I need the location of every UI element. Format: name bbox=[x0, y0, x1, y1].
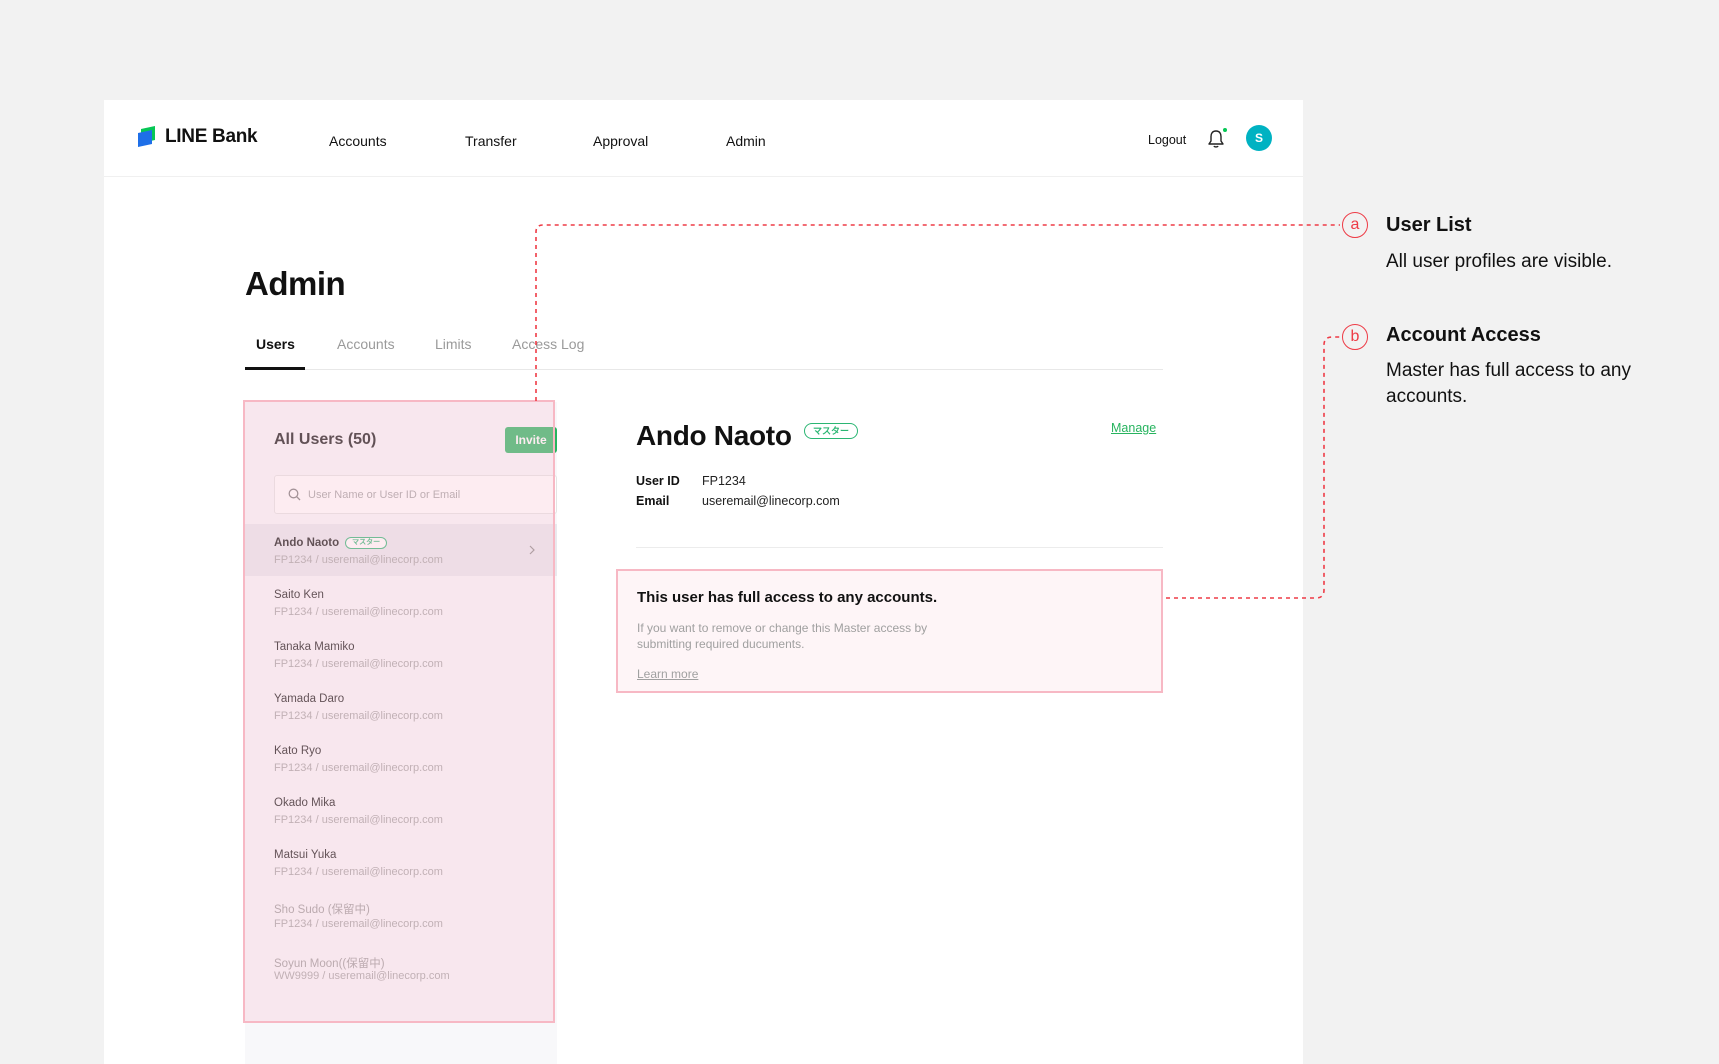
manage-link[interactable]: Manage bbox=[1111, 421, 1156, 435]
user-name: Yamada Daro bbox=[274, 693, 345, 705]
user-id-email: FP1234 / useremail@linecorp.com bbox=[274, 606, 443, 618]
nav-item-admin[interactable]: Admin bbox=[726, 133, 766, 149]
email-value: useremail@linecorp.com bbox=[702, 494, 840, 508]
avatar[interactable]: S bbox=[1246, 125, 1272, 151]
user-row-tanaka-mamiko[interactable]: Tanaka Mamiko FP1234 / useremail@linecor… bbox=[245, 628, 557, 680]
learn-more-link[interactable]: Learn more bbox=[637, 667, 698, 681]
user-list-panel: All Users (50) Invite Ando Naoto マスター FP… bbox=[245, 402, 557, 1064]
app-window: LINE Bank Accounts Transfer Approval Adm… bbox=[104, 100, 1303, 1064]
user-name: Tanaka Mamiko bbox=[274, 641, 355, 653]
tab-accounts[interactable]: Accounts bbox=[337, 336, 395, 352]
tab-limits[interactable]: Limits bbox=[435, 336, 472, 352]
user-id-email: FP1234 / useremail@linecorp.com bbox=[274, 918, 443, 930]
user-id-email: FP1234 / useremail@linecorp.com bbox=[274, 658, 443, 670]
annotation-title-account-access: Account Access bbox=[1386, 324, 1541, 346]
annotation-marker-a: a bbox=[1342, 212, 1368, 238]
user-name: Kato Ryo bbox=[274, 745, 322, 757]
master-badge: マスター bbox=[345, 537, 388, 549]
bell-icon[interactable] bbox=[1207, 129, 1225, 149]
nav-item-approval[interactable]: Approval bbox=[593, 133, 648, 149]
nav-item-transfer[interactable]: Transfer bbox=[465, 133, 517, 149]
logout-link[interactable]: Logout bbox=[1148, 133, 1186, 147]
user-row-matsui-yuka[interactable]: Matsui Yuka FP1234 / useremail@linecorp.… bbox=[245, 836, 557, 888]
user-row-okado-mika[interactable]: Okado Mika FP1234 / useremail@linecorp.c… bbox=[245, 784, 557, 836]
user-row-ando-naoto[interactable]: Ando Naoto マスター FP1234 / useremail@linec… bbox=[245, 524, 557, 576]
page-title: Admin bbox=[245, 265, 346, 302]
search-input[interactable] bbox=[308, 488, 548, 501]
nav-item-accounts[interactable]: Accounts bbox=[329, 133, 387, 149]
divider bbox=[636, 547, 1163, 548]
user-name: Matsui Yuka bbox=[274, 849, 337, 861]
tab-access-log[interactable]: Access Log bbox=[512, 336, 584, 352]
user-row-yamada-daro[interactable]: Yamada Daro FP1234 / useremail@linecorp.… bbox=[245, 680, 557, 732]
user-list-title: All Users (50) bbox=[274, 431, 377, 448]
tab-users[interactable]: Users bbox=[256, 336, 295, 352]
annotation-desc-user-list: All user profiles are visible. bbox=[1386, 251, 1612, 272]
user-id-value: FP1234 bbox=[702, 474, 746, 488]
chevron-right-icon bbox=[529, 545, 535, 555]
user-row-saito-ken[interactable]: Saito Ken FP1234 / useremail@linecorp.co… bbox=[245, 576, 557, 628]
user-row-soyun-moon[interactable]: Soyun Moon((保留中) WW9999 / useremail@line… bbox=[245, 942, 557, 994]
user-id-label: User ID bbox=[636, 474, 680, 488]
user-search[interactable] bbox=[274, 475, 557, 514]
email-label: Email bbox=[636, 494, 670, 508]
active-tab-indicator bbox=[245, 367, 305, 370]
user-id-email: FP1234 / useremail@linecorp.com bbox=[274, 762, 443, 774]
annotation-desc-account-access: Master has full access to any accounts. bbox=[1386, 360, 1631, 407]
user-name: Ando Naoto bbox=[274, 537, 340, 549]
annotation-title-user-list: User List bbox=[1386, 214, 1472, 236]
search-icon bbox=[288, 488, 301, 501]
brand-name: LINE Bank bbox=[165, 126, 258, 147]
user-name: Saito Ken bbox=[274, 589, 324, 601]
master-badge: マスター bbox=[804, 423, 859, 439]
access-description: If you want to remove or change this Mas… bbox=[637, 621, 928, 651]
invite-button[interactable]: Invite bbox=[505, 427, 557, 453]
user-id-email: FP1234 / useremail@linecorp.com bbox=[274, 710, 443, 722]
user-row-sho-sudo[interactable]: Sho Sudo (保留中) FP1234 / useremail@lineco… bbox=[245, 888, 557, 940]
account-access-box: This user has full access to any account… bbox=[616, 569, 1163, 693]
admin-tabs: Users Accounts Limits Access Log bbox=[245, 336, 1163, 370]
line-bank-logo[interactable]: LINE Bank bbox=[138, 126, 258, 148]
user-id-email: FP1234 / useremail@linecorp.com bbox=[274, 866, 443, 878]
user-id-email: WW9999 / useremail@linecorp.com bbox=[274, 970, 450, 982]
user-row-kato-ryo[interactable]: Kato Ryo FP1234 / useremail@linecorp.com bbox=[245, 732, 557, 784]
user-name: Okado Mika bbox=[274, 797, 336, 809]
user-id-email: FP1234 / useremail@linecorp.com bbox=[274, 814, 443, 826]
user-name: Soyun Moon((保留中) bbox=[274, 958, 385, 970]
notification-dot bbox=[1223, 128, 1227, 132]
line-bank-logo-icon bbox=[138, 126, 155, 147]
top-navigation-bar: LINE Bank Accounts Transfer Approval Adm… bbox=[104, 100, 1303, 177]
annotation-marker-b: b bbox=[1342, 324, 1368, 350]
user-name-row: Ando Naoto マスター bbox=[274, 537, 388, 549]
selected-user-name: Ando Naoto bbox=[636, 420, 792, 451]
user-id-email: FP1234 / useremail@linecorp.com bbox=[274, 554, 443, 566]
user-name: Sho Sudo (保留中) bbox=[274, 904, 370, 916]
access-title: This user has full access to any account… bbox=[637, 589, 938, 606]
